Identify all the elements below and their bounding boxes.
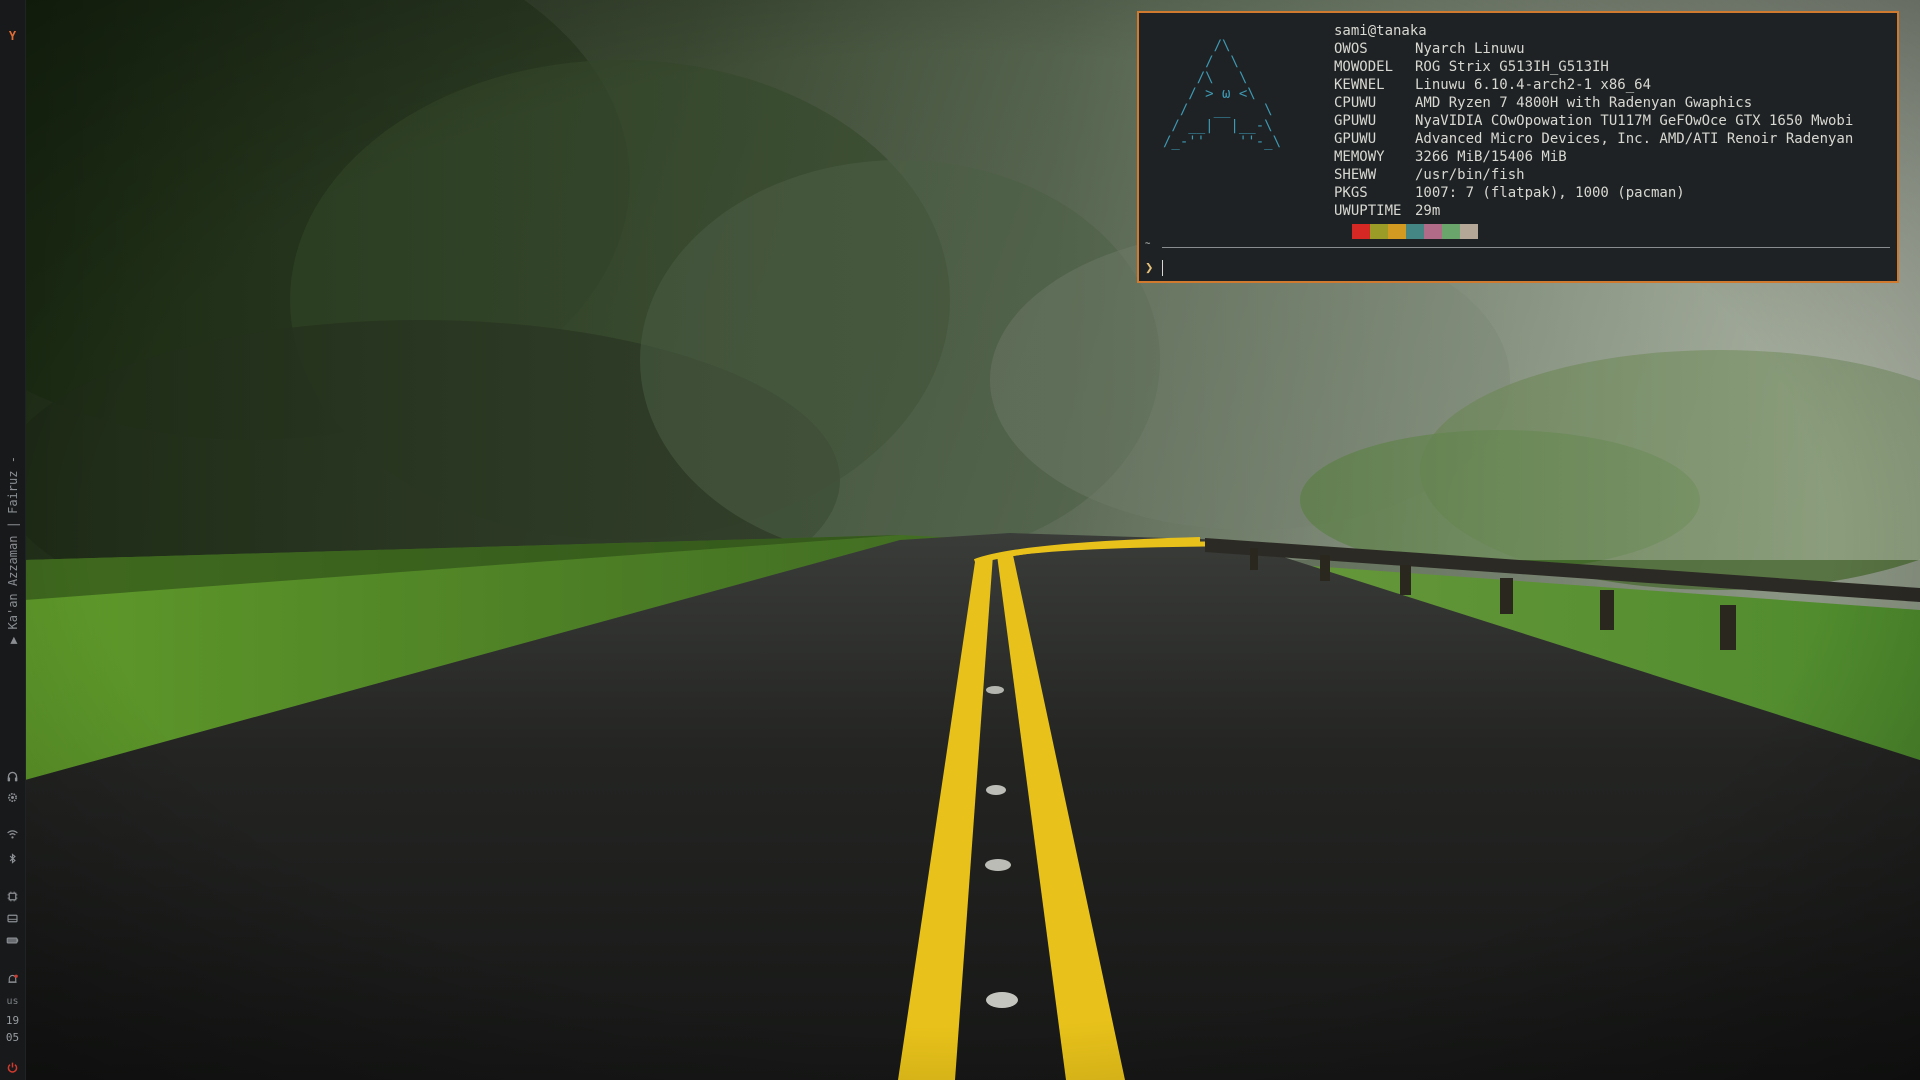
notification-bell-icon[interactable] bbox=[5, 972, 20, 987]
fetch-value: 3266 MiB/15406 MiB bbox=[1415, 149, 1567, 165]
power-icon[interactable] bbox=[5, 1060, 20, 1075]
fetch-value: NyaVIDIA COwOpowation TU117M GeFOwOce GT… bbox=[1415, 113, 1854, 129]
side-panel: Y ▶ Ka'an Azzaman | Fairuz - us 19 05 bbox=[0, 0, 26, 1080]
prompt-separator bbox=[1162, 247, 1890, 248]
fetch-row: MEMOWY 3266 MiB/15406 MiB bbox=[1334, 148, 1853, 166]
prompt-symbol: ❯ bbox=[1145, 260, 1154, 276]
media-track-text: ▶ Ka'an Azzaman | Fairuz - bbox=[6, 456, 20, 644]
fetch-row: CPUWU AMD Ryzen 7 4800H with Radenyan Gwa… bbox=[1334, 94, 1853, 112]
clock-minute: 05 bbox=[5, 1031, 20, 1044]
bluetooth-icon[interactable] bbox=[5, 851, 20, 866]
fetch-key: KEWNEL bbox=[1334, 77, 1385, 93]
fetch-row: MOWODEL ROG Strix G513IH_G513IH bbox=[1334, 58, 1853, 76]
fetch-row: OWOS Nyarch Linuwu bbox=[1334, 40, 1853, 58]
fetch-row: KEWNEL Linuwu 6.10.4-arch2-1 x86_64 bbox=[1334, 76, 1853, 94]
fetch-value: 29m bbox=[1415, 203, 1441, 219]
fetch-key: SHEWW bbox=[1334, 167, 1377, 183]
fetch-key: MEMOWY bbox=[1334, 149, 1385, 165]
storage-icon[interactable] bbox=[5, 911, 20, 926]
text-cursor[interactable] bbox=[1162, 260, 1163, 276]
fetch-rows: OWOS Nyarch Linuwu MOWODEL ROG Strix G513IH… bbox=[1334, 40, 1853, 220]
palette-swatch bbox=[1460, 224, 1478, 239]
wifi-icon[interactable] bbox=[5, 827, 20, 842]
fetch-key: GPUWU bbox=[1334, 113, 1377, 129]
fetch-row: UWUPTIME 29m bbox=[1334, 202, 1853, 220]
fetch-row: GPUWU NyaVIDIA COwOpowation TU117M GeFOwO… bbox=[1334, 112, 1853, 130]
clock-hour: 19 bbox=[5, 1014, 20, 1027]
palette-swatch bbox=[1352, 224, 1370, 239]
user-host: sami@tanaka bbox=[1334, 23, 1427, 39]
media-player-widget[interactable]: ▶ Ka'an Azzaman | Fairuz - bbox=[2, 440, 24, 660]
launcher-icon[interactable]: Y bbox=[5, 28, 20, 43]
fetch-value: Advanced Micro Devices, Inc. AMD/ATI Ren… bbox=[1415, 131, 1854, 147]
fetch-value: /usr/bin/fish bbox=[1415, 167, 1525, 183]
fetch-value: ROG Strix G513IH_G513IH bbox=[1415, 59, 1609, 75]
fetch-info: sami@tanaka OWOS Nyarch Linuwu MOWODEL ROG … bbox=[1334, 22, 1853, 239]
fetch-key: PKGS bbox=[1334, 185, 1368, 201]
fetch-key: UWUPTIME bbox=[1334, 203, 1402, 219]
fetch-row: GPUWU Advanced Micro Devices, Inc. AMD/AT… bbox=[1334, 130, 1853, 148]
color-palette bbox=[1334, 224, 1853, 239]
palette-swatch bbox=[1442, 224, 1460, 239]
keyboard-layout[interactable]: us bbox=[0, 996, 25, 1007]
distro-ascii-logo: /\ / \ /\ \ / > ω <\ / __ \ / __| |__-\ … bbox=[1163, 38, 1282, 150]
fetch-value: AMD Ryzen 7 4800H with Radenyan Gwaphics bbox=[1415, 95, 1753, 111]
prompt-directory: ~ bbox=[1145, 239, 1151, 249]
desktop: Y ▶ Ka'an Azzaman | Fairuz - us 19 05 /\… bbox=[0, 0, 1920, 1080]
terminal-window[interactable]: /\ / \ /\ \ / > ω <\ / __ \ / __| |__-\ … bbox=[1137, 11, 1899, 283]
gear-icon[interactable] bbox=[5, 790, 20, 805]
fetch-value: Nyarch Linuwu bbox=[1415, 41, 1525, 57]
fetch-key: MOWODEL bbox=[1334, 59, 1394, 75]
palette-swatch bbox=[1370, 224, 1388, 239]
headphones-icon[interactable] bbox=[5, 769, 20, 784]
fetch-row: SHEWW/usr/bin/fish bbox=[1334, 166, 1853, 184]
fetch-value: 1007: 7 (flatpak), 1000 (pacman) bbox=[1415, 185, 1685, 201]
palette-swatch bbox=[1388, 224, 1406, 239]
fetch-row: PKGS 1007: 7 (flatpak), 1000 (pacman) bbox=[1334, 184, 1853, 202]
fetch-value: Linuwu 6.10.4-arch2-1 x86_64 bbox=[1415, 77, 1652, 93]
fetch-key: OWOS bbox=[1334, 41, 1368, 57]
palette-swatch bbox=[1406, 224, 1424, 239]
palette-swatch bbox=[1334, 224, 1352, 239]
battery-icon[interactable] bbox=[5, 933, 20, 948]
fetch-key: CPUWU bbox=[1334, 95, 1377, 111]
fetch-key: GPUWU bbox=[1334, 131, 1377, 147]
cpu-icon[interactable] bbox=[5, 889, 20, 904]
palette-swatch bbox=[1424, 224, 1442, 239]
